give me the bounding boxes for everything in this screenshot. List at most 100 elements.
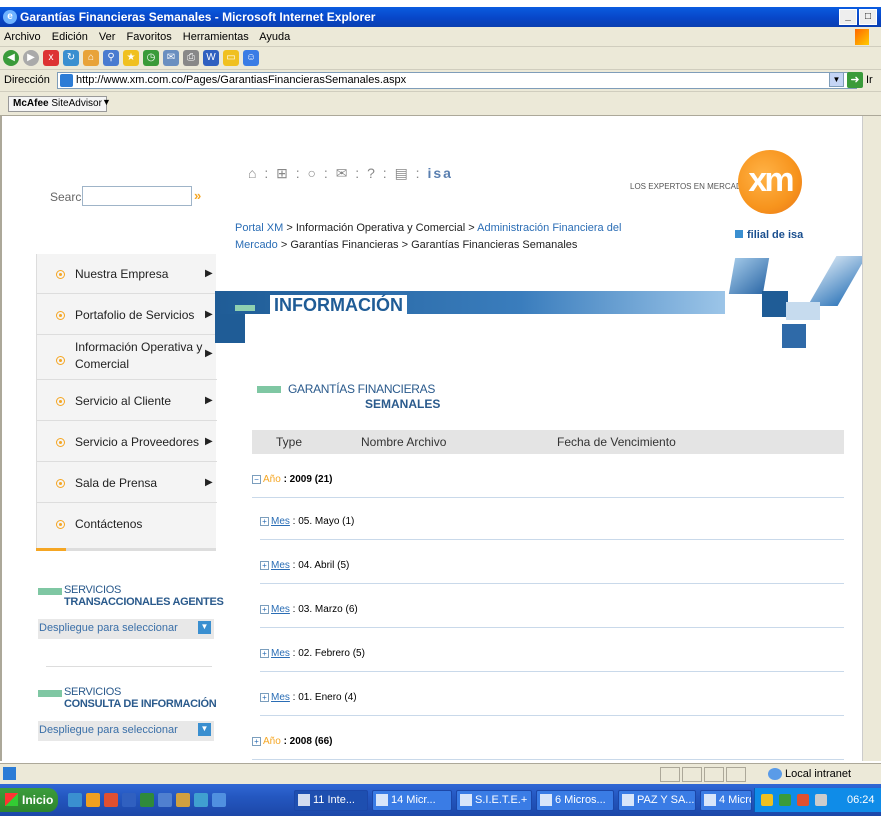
search-input[interactable] (82, 186, 192, 206)
task-siete[interactable]: S.I.E.T.E.+ (456, 790, 532, 811)
expand-icon[interactable]: + (260, 648, 269, 658)
system-tray: 06:24 (754, 788, 881, 812)
language-icon[interactable]: ○ (308, 165, 318, 181)
arrow-right-icon: ▶ (205, 395, 213, 406)
group-row-month: + Mes : 01. Enero (4) (260, 690, 844, 716)
sitemap-icon[interactable]: ⊞ (276, 165, 290, 181)
maximize-button[interactable]: □ (859, 9, 877, 25)
powerpoint-quicklaunch-icon[interactable] (104, 793, 118, 807)
go-icon[interactable]: ➜ (847, 72, 863, 88)
refresh-icon[interactable]: ↻ (63, 50, 79, 66)
favorites-icon[interactable]: ★ (123, 50, 139, 66)
isa-icon[interactable]: isa (427, 165, 452, 181)
nav-item-sala-prensa[interactable]: Sala de Prensa ▶ (37, 463, 217, 503)
breadcrumb-info[interactable]: Información Operativa y Comercial (296, 222, 465, 234)
group-link[interactable]: Mes (271, 560, 290, 571)
tray-icon[interactable] (797, 794, 809, 806)
help-icon[interactable]: ? (367, 165, 377, 181)
messenger-icon[interactable]: ☺ (243, 50, 259, 66)
group-row-year: + Año : 2008 (66) (252, 734, 844, 760)
nav-label: Servicio a Proveedores (75, 435, 200, 449)
col-fecha-vencimiento[interactable]: Fecha de Vencimiento (557, 430, 676, 454)
excel-quicklaunch-icon[interactable] (140, 793, 154, 807)
mail-icon[interactable]: ✉ (163, 50, 179, 66)
go-button-label[interactable]: Ir (866, 74, 873, 86)
app-quicklaunch-icon[interactable] (176, 793, 190, 807)
chevron-down-icon[interactable]: ▼ (198, 621, 211, 634)
nav-item-servicio-proveedores[interactable]: Servicio a Proveedores ▶ (37, 422, 217, 462)
word-quicklaunch-icon[interactable] (122, 793, 136, 807)
folder-icon[interactable]: ▭ (223, 50, 239, 66)
tray-icon[interactable] (815, 794, 827, 806)
start-button[interactable]: Inicio (0, 788, 58, 812)
services-consulta: SERVICIOS CONSULTA DE INFORMACIÓN Despli… (38, 686, 217, 746)
excel-icon (540, 794, 552, 806)
expand-icon[interactable]: + (252, 736, 261, 746)
col-nombre-archivo[interactable]: Nombre Archivo (361, 430, 446, 454)
nav-item-servicio-cliente[interactable]: Servicio al Cliente ▶ (37, 381, 217, 421)
ie-quicklaunch-icon[interactable] (68, 793, 82, 807)
outlook-quicklaunch-icon[interactable] (86, 793, 100, 807)
back-icon[interactable]: ◀ (3, 50, 19, 66)
address-dropdown-icon[interactable]: ▼ (829, 72, 844, 87)
search-go-icon[interactable]: » (194, 188, 201, 203)
nav-item-nuestra-empresa[interactable]: Nuestra Empresa ▶ (37, 254, 217, 294)
task-folder[interactable]: PAZ Y SA... (618, 790, 696, 811)
vertical-scrollbar[interactable] (862, 116, 881, 761)
group-link[interactable]: Mes (271, 692, 290, 703)
mail-icon[interactable]: ✉ (336, 165, 350, 181)
menu-favoritos[interactable]: Favoritos (126, 31, 171, 43)
document-icon[interactable]: ▤ (395, 165, 410, 181)
expand-icon[interactable]: + (260, 604, 269, 614)
tray-icon[interactable] (761, 794, 773, 806)
nav-item-informacion[interactable]: Información Operativa y Comercial ▶ (37, 336, 217, 380)
history-icon[interactable]: ◷ (143, 50, 159, 66)
minimize-button[interactable]: _ (839, 9, 857, 25)
banner-title: INFORMACIÓN (270, 295, 407, 316)
expand-icon[interactable]: + (260, 692, 269, 702)
forward-icon[interactable]: ▶ (23, 50, 39, 66)
task-outlook[interactable]: 14 Micr... (372, 790, 452, 811)
xm-logo[interactable]: xm (738, 150, 802, 214)
tray-icon[interactable] (779, 794, 791, 806)
print-icon[interactable]: ⎙ (183, 50, 199, 66)
breadcrumb-garantias[interactable]: Garantías Financieras (290, 239, 398, 251)
nav-item-portafolio[interactable]: Portafolio de Servicios ▶ (37, 295, 217, 335)
app-quicklaunch-icon[interactable] (158, 793, 172, 807)
services-dropdown[interactable]: Despliegue para seleccionar ▼ (38, 721, 214, 741)
nav-item-contactenos[interactable]: Contáctenos (37, 504, 217, 544)
mcafee-siteadvisor-button[interactable]: McAfee SiteAdvisor (8, 96, 107, 112)
address-input[interactable]: http://www.xm.com.co/Pages/GarantiasFina… (57, 72, 857, 89)
task-ie[interactable]: 11 Inte... (294, 790, 368, 811)
collapse-icon[interactable]: − (252, 474, 261, 484)
chevron-down-icon[interactable]: ▼ (102, 97, 111, 107)
status-segment (660, 767, 680, 782)
menu-ayuda[interactable]: Ayuda (259, 31, 290, 43)
chevron-down-icon[interactable]: ▼ (198, 723, 211, 736)
breadcrumb-home[interactable]: Portal XM (235, 222, 283, 234)
search-icon[interactable]: ⚲ (103, 50, 119, 66)
expand-icon[interactable]: + (260, 516, 269, 526)
edit-icon[interactable]: W (203, 50, 219, 66)
task-word[interactable]: 4 Micros... (700, 790, 752, 811)
breadcrumb: Portal XM > Información Operativa y Come… (235, 220, 635, 254)
menu-herramientas[interactable]: Herramientas (183, 31, 249, 43)
outlook-icon (376, 794, 388, 806)
stop-icon[interactable]: x (43, 50, 59, 66)
expand-icon[interactable]: + (260, 560, 269, 570)
task-excel[interactable]: 6 Micros... (536, 790, 614, 811)
bullet-icon (56, 270, 65, 279)
home-icon[interactable]: ⌂ (248, 165, 258, 181)
menu-archivo[interactable]: Archivo (4, 31, 41, 43)
app-quicklaunch-icon[interactable] (194, 793, 208, 807)
services-dropdown[interactable]: Despliegue para seleccionar ▼ (38, 619, 214, 639)
home-icon[interactable]: ⌂ (83, 50, 99, 66)
group-link[interactable]: Mes (271, 604, 290, 615)
breadcrumb-current: Garantías Financieras Semanales (411, 239, 578, 251)
group-link[interactable]: Mes (271, 648, 290, 659)
menu-ver[interactable]: Ver (99, 31, 116, 43)
app-quicklaunch-icon[interactable] (212, 793, 226, 807)
col-type[interactable]: Type (276, 430, 302, 454)
menu-edicion[interactable]: Edición (52, 31, 88, 43)
group-link[interactable]: Mes (271, 516, 290, 527)
